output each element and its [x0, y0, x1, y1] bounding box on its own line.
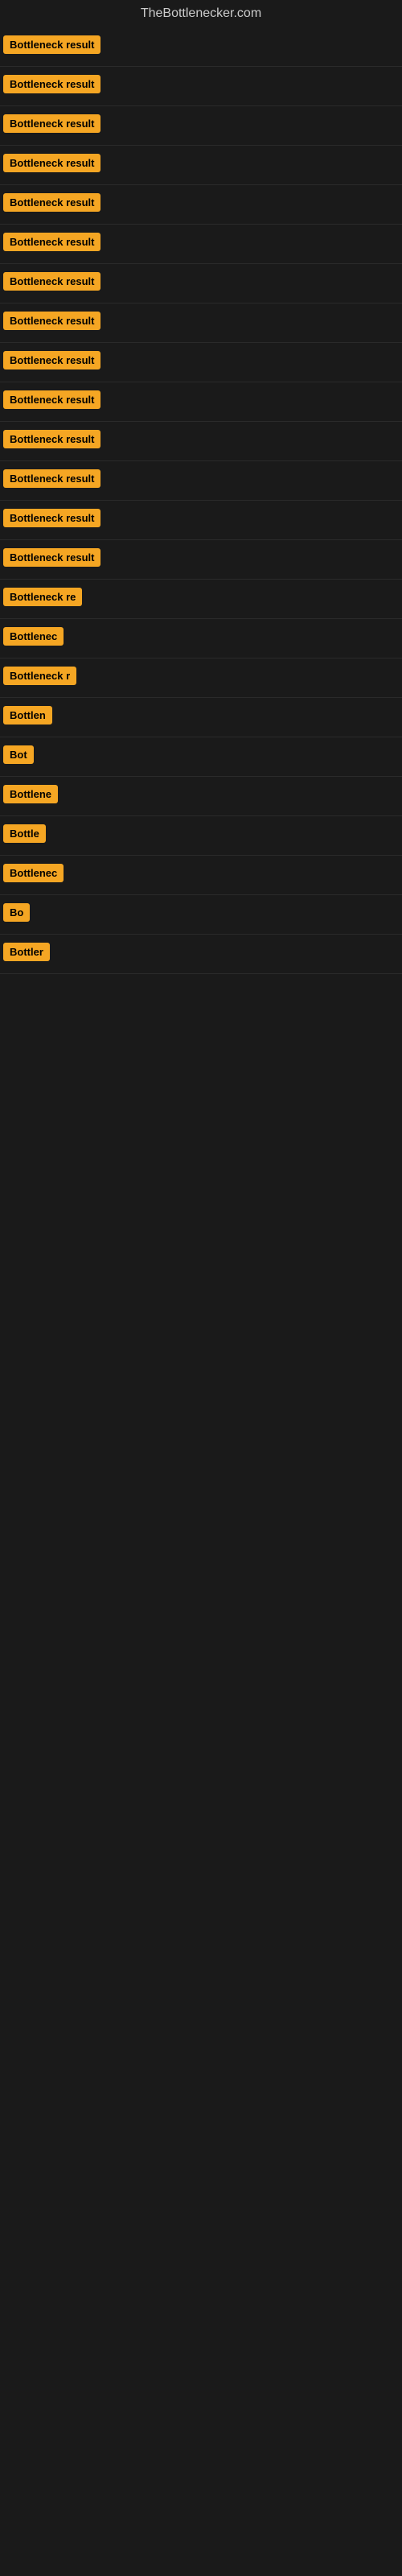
result-row-23: Bo — [0, 895, 402, 935]
result-row-11: Bottleneck result — [0, 422, 402, 461]
result-row-19: Bot — [0, 737, 402, 777]
result-row-7: Bottleneck result — [0, 264, 402, 303]
result-row-14: Bottleneck result — [0, 540, 402, 580]
bottleneck-badge-8[interactable]: Bottleneck result — [3, 312, 100, 330]
bottleneck-badge-3[interactable]: Bottleneck result — [3, 114, 100, 133]
result-row-6: Bottleneck result — [0, 225, 402, 264]
result-row-4: Bottleneck result — [0, 146, 402, 185]
result-row-5: Bottleneck result — [0, 185, 402, 225]
result-row-20: Bottlene — [0, 777, 402, 816]
result-row-16: Bottlenec — [0, 619, 402, 658]
result-row-24: Bottler — [0, 935, 402, 974]
bottleneck-badge-23[interactable]: Bo — [3, 903, 30, 922]
result-row-3: Bottleneck result — [0, 106, 402, 146]
result-row-8: Bottleneck result — [0, 303, 402, 343]
site-title: TheBottlenecker.com — [0, 0, 402, 27]
result-row-9: Bottleneck result — [0, 343, 402, 382]
bottleneck-badge-19[interactable]: Bot — [3, 745, 34, 764]
result-row-13: Bottleneck result — [0, 501, 402, 540]
bottleneck-badge-12[interactable]: Bottleneck result — [3, 469, 100, 488]
bottleneck-badge-4[interactable]: Bottleneck result — [3, 154, 100, 172]
result-row-12: Bottleneck result — [0, 461, 402, 501]
bottleneck-badge-5[interactable]: Bottleneck result — [3, 193, 100, 212]
bottleneck-badge-22[interactable]: Bottlenec — [3, 864, 64, 882]
result-row-17: Bottleneck r — [0, 658, 402, 698]
bottom-spacer — [0, 974, 402, 2182]
result-row-22: Bottlenec — [0, 856, 402, 895]
result-row-18: Bottlen — [0, 698, 402, 737]
bottleneck-badge-2[interactable]: Bottleneck result — [3, 75, 100, 93]
bottleneck-badge-16[interactable]: Bottlenec — [3, 627, 64, 646]
result-row-2: Bottleneck result — [0, 67, 402, 106]
bottleneck-badge-14[interactable]: Bottleneck result — [3, 548, 100, 567]
result-row-10: Bottleneck result — [0, 382, 402, 422]
bottleneck-badge-18[interactable]: Bottlen — [3, 706, 52, 724]
bottleneck-badge-15[interactable]: Bottleneck re — [3, 588, 82, 606]
bottleneck-badge-10[interactable]: Bottleneck result — [3, 390, 100, 409]
bottleneck-badge-24[interactable]: Bottler — [3, 943, 50, 961]
result-row-21: Bottle — [0, 816, 402, 856]
bottleneck-badge-9[interactable]: Bottleneck result — [3, 351, 100, 369]
bottleneck-badge-20[interactable]: Bottlene — [3, 785, 58, 803]
bottleneck-badge-6[interactable]: Bottleneck result — [3, 233, 100, 251]
bottleneck-badge-11[interactable]: Bottleneck result — [3, 430, 100, 448]
bottleneck-badge-21[interactable]: Bottle — [3, 824, 46, 843]
bottleneck-badge-13[interactable]: Bottleneck result — [3, 509, 100, 527]
result-row-1: Bottleneck result — [0, 27, 402, 67]
results-list: Bottleneck result Bottleneck result Bottle… — [0, 27, 402, 2182]
bottleneck-badge-1[interactable]: Bottleneck result — [3, 35, 100, 54]
bottleneck-badge-7[interactable]: Bottleneck result — [3, 272, 100, 291]
result-row-15: Bottleneck re — [0, 580, 402, 619]
bottleneck-badge-17[interactable]: Bottleneck r — [3, 667, 76, 685]
